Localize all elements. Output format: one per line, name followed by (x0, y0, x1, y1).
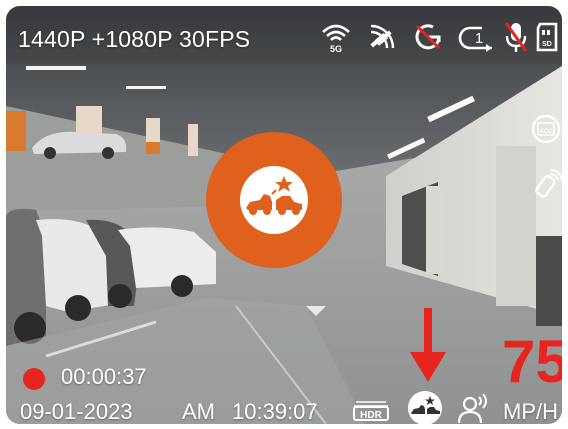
date-stamp: 09-01-2023 (20, 399, 133, 424)
sd-card-label: SD (542, 41, 552, 48)
loop-recording-1-icon: 1 (458, 20, 492, 54)
wifi-5g-label: 5G (330, 44, 342, 54)
loop-minutes-label: 1 (475, 30, 483, 47)
recording-mode-label: 1440P +1080P 30FPS (18, 26, 251, 52)
time-stamp: 10:39:07 (232, 399, 318, 424)
collision-warning-icon (408, 391, 442, 424)
hdr-icon: HDR (352, 398, 390, 422)
remote-icon (532, 168, 562, 198)
gps-icon (365, 20, 399, 54)
acc-icon: ACC (531, 114, 561, 144)
speed-unit: MP/H (503, 399, 558, 424)
ampm-label: AM (182, 399, 215, 424)
acc-label: ACC (540, 129, 554, 135)
recording-dot (23, 368, 45, 390)
hdr-label: HDR (360, 410, 382, 421)
status-bar: 1440P +1080P 30FPS 5G 1 SD (6, 6, 562, 64)
g-sensor-off-icon (411, 20, 445, 54)
collision-detection-icon (240, 166, 308, 234)
recording-timer: 00:00:37 (61, 364, 147, 389)
speed-value: 75 (502, 328, 562, 395)
mic-muted-icon (502, 20, 530, 54)
voice-control-icon (457, 393, 491, 424)
sd-card-icon: SD (534, 20, 560, 54)
collision-alert-badge (206, 132, 342, 268)
wifi-5g-icon: 5G (319, 20, 353, 54)
arrow-down-icon (410, 308, 446, 382)
dashcam-screen: 1440P +1080P 30FPS 5G 1 SD ACC 00:00:37 … (6, 6, 562, 424)
